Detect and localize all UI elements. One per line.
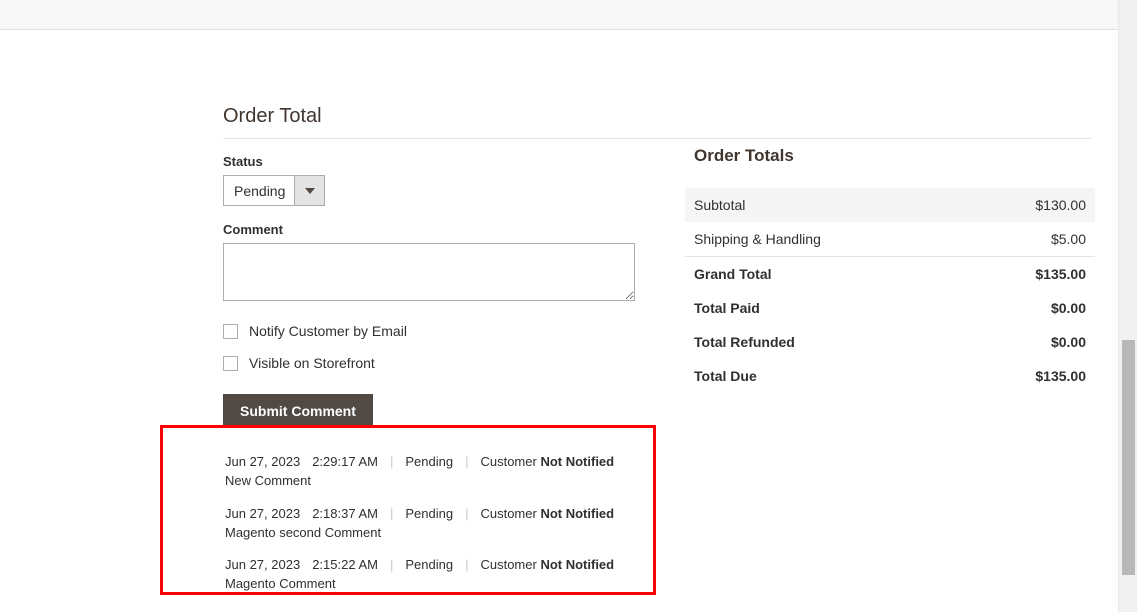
order-totals-panel: Order Totals Subtotal $130.00 Shipping &… (685, 146, 1095, 393)
scrollbar-thumb[interactable] (1122, 340, 1135, 575)
separator: | (465, 505, 469, 521)
comment-date: Jun 27, 2023 (225, 454, 301, 469)
comment-customer-prefix: Customer (480, 505, 537, 521)
vertical-scrollbar[interactable] (1118, 0, 1137, 612)
toolbar-links: Back Cancel Send Email (225, 0, 482, 1)
status-select[interactable]: Pending (223, 175, 325, 206)
visible-on-storefront-row[interactable]: Visible on Storefront (223, 355, 635, 371)
total-value: $135.00 (1035, 368, 1086, 384)
total-value: $130.00 (1035, 197, 1086, 213)
heading-divider (223, 138, 1091, 139)
toolbar-link-back[interactable]: Back (225, 0, 254, 1)
total-row-grand-total: Grand Total $135.00 (685, 257, 1095, 291)
comment-time: 2:29:17 AM (312, 454, 378, 469)
total-label: Shipping & Handling (694, 231, 821, 247)
comment-notified-status: Not Notified (540, 454, 615, 469)
comment-time: 2:18:37 AM (312, 505, 378, 521)
comment-meta: Jun 27, 2023 2:18:37 AM | Pending | Customer … (225, 506, 653, 522)
caret-shape (304, 187, 315, 194)
comment-date: Jun 27, 2023 (225, 505, 301, 521)
page-title: Order Total (223, 105, 322, 127)
comment-text: Magento second Comment (225, 524, 382, 540)
total-label: Subtotal (694, 197, 746, 213)
visible-on-storefront-checkbox[interactable] (223, 355, 238, 371)
separator: | (389, 454, 394, 469)
total-value: $0.00 (1050, 334, 1086, 350)
total-value: $5.00 (1050, 231, 1086, 247)
comment-status: Pending (405, 454, 454, 469)
comment-notified-status: Not Notified (540, 505, 615, 521)
list-item: Jun 27, 2023 2:18:37 AM | Pending | Customer … (225, 506, 653, 542)
toolbar-link-send-email[interactable]: Send Email (378, 0, 444, 1)
list-item: Jun 27, 2023 2:29:17 AM | Pending | Customer … (225, 454, 653, 490)
notify-customer-row[interactable]: Notify Customer by Email (223, 323, 635, 339)
visible-on-storefront-label: Visible on Storefront (249, 355, 375, 371)
submit-comment-button[interactable]: Submit Comment (223, 394, 373, 428)
toolbar-link-cancel[interactable]: Cancel (296, 0, 336, 1)
total-label: Grand Total (694, 266, 772, 282)
comment-meta: Jun 27, 2023 2:29:17 AM | Pending | Customer … (225, 454, 653, 470)
toolbar-link-invoice[interactable]: Invoice (949, 0, 990, 1)
separator: | (465, 557, 469, 572)
comment-notified-status: Not Notified (540, 557, 615, 572)
comment-customer-prefix: Customer (480, 557, 537, 572)
comment-text: New Comment (225, 473, 311, 489)
list-item: Jun 27, 2023 2:15:22 AM | Pending | Customer … (225, 557, 653, 593)
total-label: Total Paid (694, 300, 760, 316)
separator: | (389, 505, 394, 521)
page-toolbar: #000000030 Back Cancel Send Email Invoic… (0, 0, 1118, 30)
total-value: $135.00 (1035, 266, 1086, 282)
comment-history-highlight: Jun 27, 2023 2:29:17 AM | Pending | Customer … (160, 425, 656, 595)
chevron-down-icon[interactable] (294, 176, 324, 205)
total-label: Total Due (694, 368, 757, 384)
comment-text: Magento Comment (225, 576, 336, 592)
separator: | (389, 557, 394, 572)
total-row-subtotal: Subtotal $130.00 (685, 188, 1095, 222)
total-value: $0.00 (1050, 300, 1086, 316)
notify-customer-checkbox[interactable] (223, 323, 238, 339)
comment-history-list: Jun 27, 2023 2:29:17 AM | Pending | Customer … (163, 428, 653, 593)
order-total-form: Order Total Status Pending Comment Notif… (223, 105, 1091, 428)
total-row-total-due: Total Due $135.00 (685, 359, 1095, 393)
separator: | (465, 454, 469, 469)
comment-status: Pending (405, 557, 454, 572)
total-row-total-refunded: Total Refunded $0.00 (685, 325, 1095, 359)
comment-input[interactable] (223, 243, 635, 301)
comment-date: Jun 27, 2023 (225, 557, 301, 572)
order-number-title: #000000030 (0, 0, 144, 7)
comment-status: Pending (405, 505, 454, 521)
toolbar-clip: #000000030 Back Cancel Send Email Invoic… (0, 0, 1118, 22)
total-row-total-paid: Total Paid $0.00 (685, 291, 1095, 325)
comment-meta: Jun 27, 2023 2:15:22 AM | Pending | Customer … (225, 557, 653, 573)
total-row-shipping: Shipping & Handling $5.00 (685, 222, 1095, 257)
comment-label: Comment (223, 222, 283, 237)
order-totals-heading: Order Totals (694, 146, 794, 165)
comment-customer-prefix: Customer (480, 454, 537, 469)
status-select-value: Pending (234, 182, 286, 199)
status-label: Status (223, 154, 263, 169)
total-label: Total Refunded (694, 334, 795, 350)
comment-time: 2:15:22 AM (312, 557, 378, 572)
notify-customer-label: Notify Customer by Email (249, 323, 407, 339)
